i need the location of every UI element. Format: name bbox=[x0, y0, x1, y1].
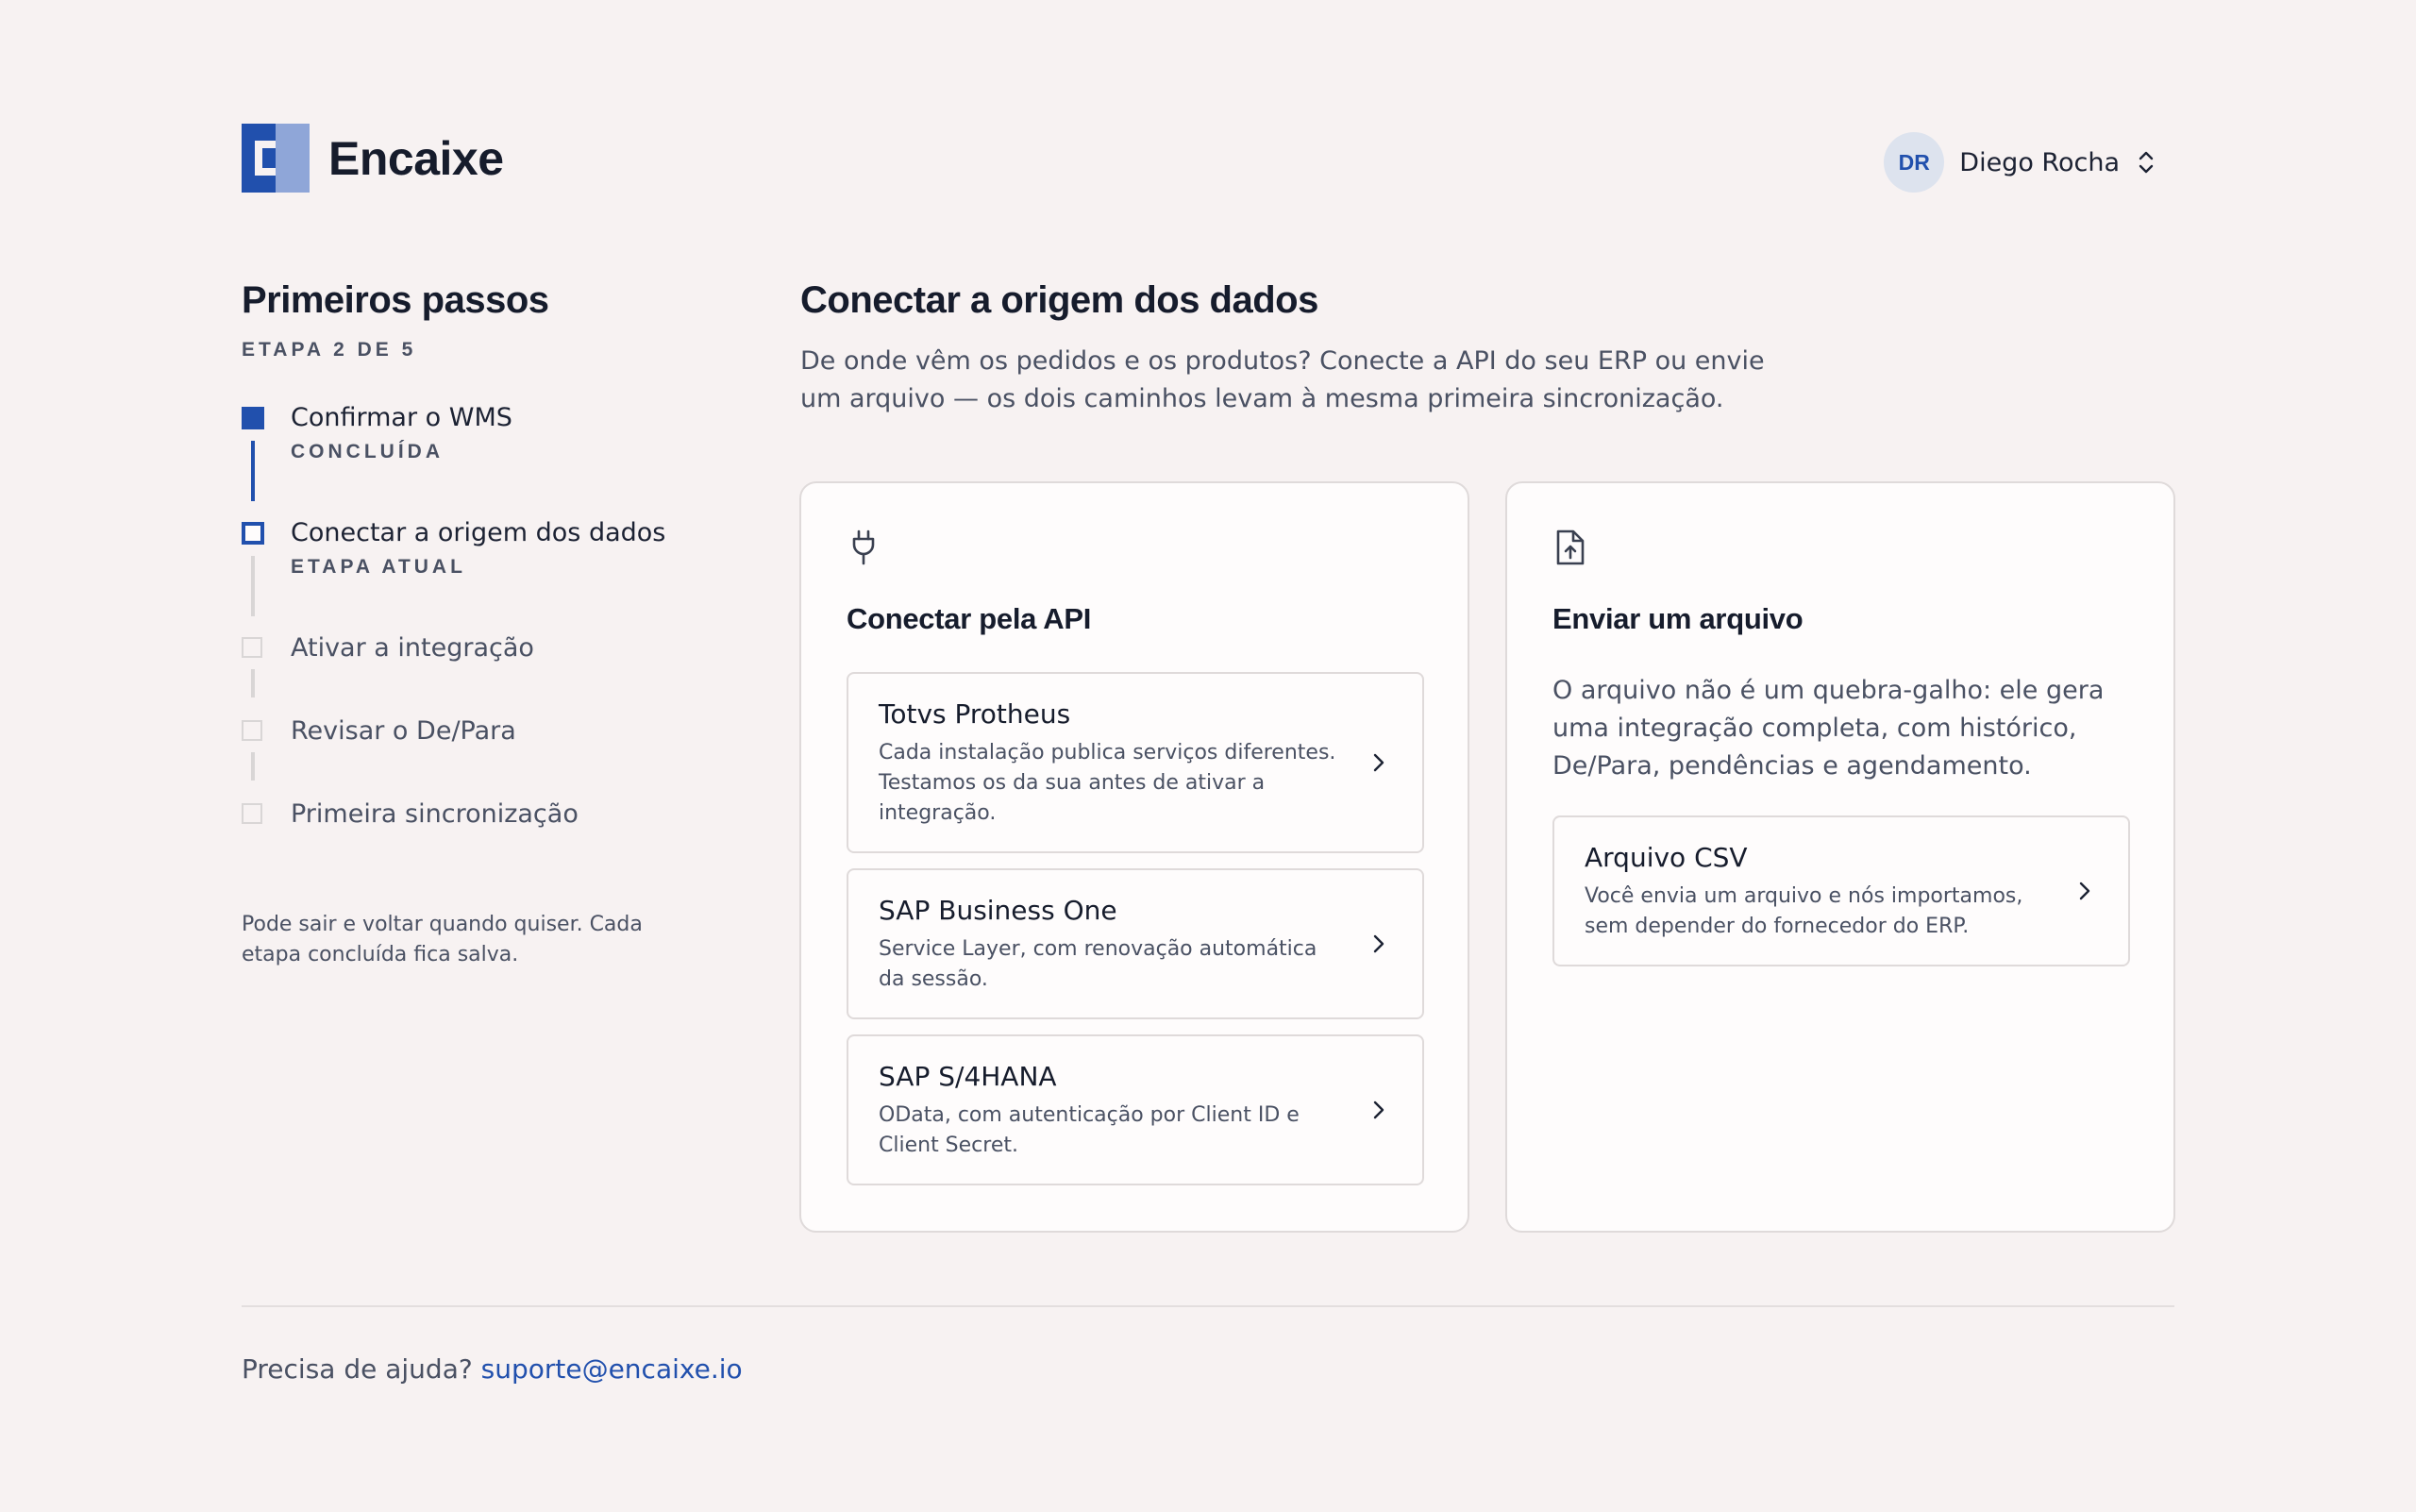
step-current-icon bbox=[242, 522, 264, 545]
step-label: Confirmar o WMS bbox=[291, 403, 512, 432]
chevron-right-icon bbox=[2079, 882, 2090, 900]
page-title: Conectar a origem dos dados bbox=[800, 279, 1318, 321]
option-sap-business-one[interactable]: SAP Business One Service Layer, com reno… bbox=[847, 868, 1424, 1019]
step-connector bbox=[251, 441, 255, 501]
step-label: Ativar a integração bbox=[291, 633, 534, 663]
step-status: CONCLUÍDA bbox=[291, 441, 444, 462]
option-description: Cada instalação publica serviços diferen… bbox=[879, 741, 1336, 825]
user-name: Diego Rocha bbox=[1959, 147, 2120, 177]
option-csv-file[interactable]: Arquivo CSV Você envia um arquivo e nós … bbox=[1552, 815, 2130, 966]
step-pending-icon bbox=[242, 720, 262, 741]
step-counter: ETAPA 2 DE 5 bbox=[242, 339, 417, 361]
chevron-right-icon bbox=[1373, 753, 1384, 772]
option-title: Arquivo CSV bbox=[1585, 842, 1748, 873]
file-card: Enviar um arquivo O arquivo não é um que… bbox=[1505, 481, 2175, 1233]
save-progress-note: Pode sair e voltar quando quiser. Cada e… bbox=[242, 913, 643, 966]
support-email-link[interactable]: suporte@encaixe.io bbox=[481, 1353, 743, 1385]
step-connector bbox=[251, 669, 255, 697]
option-totvs-protheus[interactable]: Totvs Protheus Cada instalação publica s… bbox=[847, 672, 1424, 853]
file-card-description: O arquivo não é um quebra-galho: ele ger… bbox=[1552, 676, 2105, 781]
brand-logo[interactable]: Encaixe bbox=[242, 124, 504, 193]
option-sap-s4hana[interactable]: SAP S/4HANA OData, com autenticação por … bbox=[847, 1034, 1424, 1185]
step-connector bbox=[251, 556, 255, 616]
file-card-title: Enviar um arquivo bbox=[1552, 602, 1804, 635]
chevron-right-icon bbox=[1373, 1100, 1384, 1119]
step-status: ETAPA ATUAL bbox=[291, 556, 466, 578]
api-card: Conectar pela API Totvs Protheus Cada in… bbox=[799, 481, 1469, 1233]
option-description: OData, com autenticação por Client ID e … bbox=[879, 1103, 1300, 1157]
help-footer: Precisa de ajuda? suporte@encaixe.io bbox=[242, 1353, 743, 1385]
step-label: Revisar o De/Para bbox=[291, 716, 516, 746]
step-label: Conectar a origem dos dados bbox=[291, 518, 666, 547]
help-text: Precisa de ajuda? bbox=[242, 1353, 473, 1385]
chevron-up-down-icon bbox=[2139, 151, 2154, 174]
footer-divider bbox=[242, 1305, 2174, 1307]
option-description: Service Layer, com renovação automática … bbox=[879, 937, 1317, 991]
step-pending-icon bbox=[242, 637, 262, 658]
option-title: SAP S/4HANA bbox=[879, 1061, 1057, 1092]
api-card-title: Conectar pela API bbox=[847, 602, 1092, 635]
user-menu[interactable]: DR Diego Rocha bbox=[1884, 132, 2156, 193]
page-description: De onde vêm os pedidos e os produtos? Co… bbox=[800, 346, 1765, 413]
sidebar-title: Primeiros passos bbox=[242, 279, 549, 321]
avatar: DR bbox=[1884, 132, 1945, 193]
brand-name: Encaixe bbox=[328, 131, 504, 185]
chevron-right-icon bbox=[1373, 934, 1384, 953]
main-content: Conectar a origem dos dados De onde vêm … bbox=[800, 279, 2174, 418]
onboarding-sidebar: Primeiros passos ETAPA 2 DE 5 Confirmar … bbox=[242, 279, 676, 966]
option-title: SAP Business One bbox=[879, 895, 1117, 926]
option-description: Você envia um arquivo e nós importamos, … bbox=[1585, 884, 2023, 938]
logo-mark-icon bbox=[242, 124, 310, 193]
step-connector bbox=[251, 752, 255, 781]
step-pending-icon bbox=[242, 803, 262, 824]
step-label: Primeira sincronização bbox=[291, 799, 579, 829]
step-done-icon bbox=[242, 407, 264, 429]
file-upload-icon bbox=[1556, 529, 1585, 565]
option-title: Totvs Protheus bbox=[879, 698, 1071, 730]
plug-icon bbox=[852, 529, 875, 565]
